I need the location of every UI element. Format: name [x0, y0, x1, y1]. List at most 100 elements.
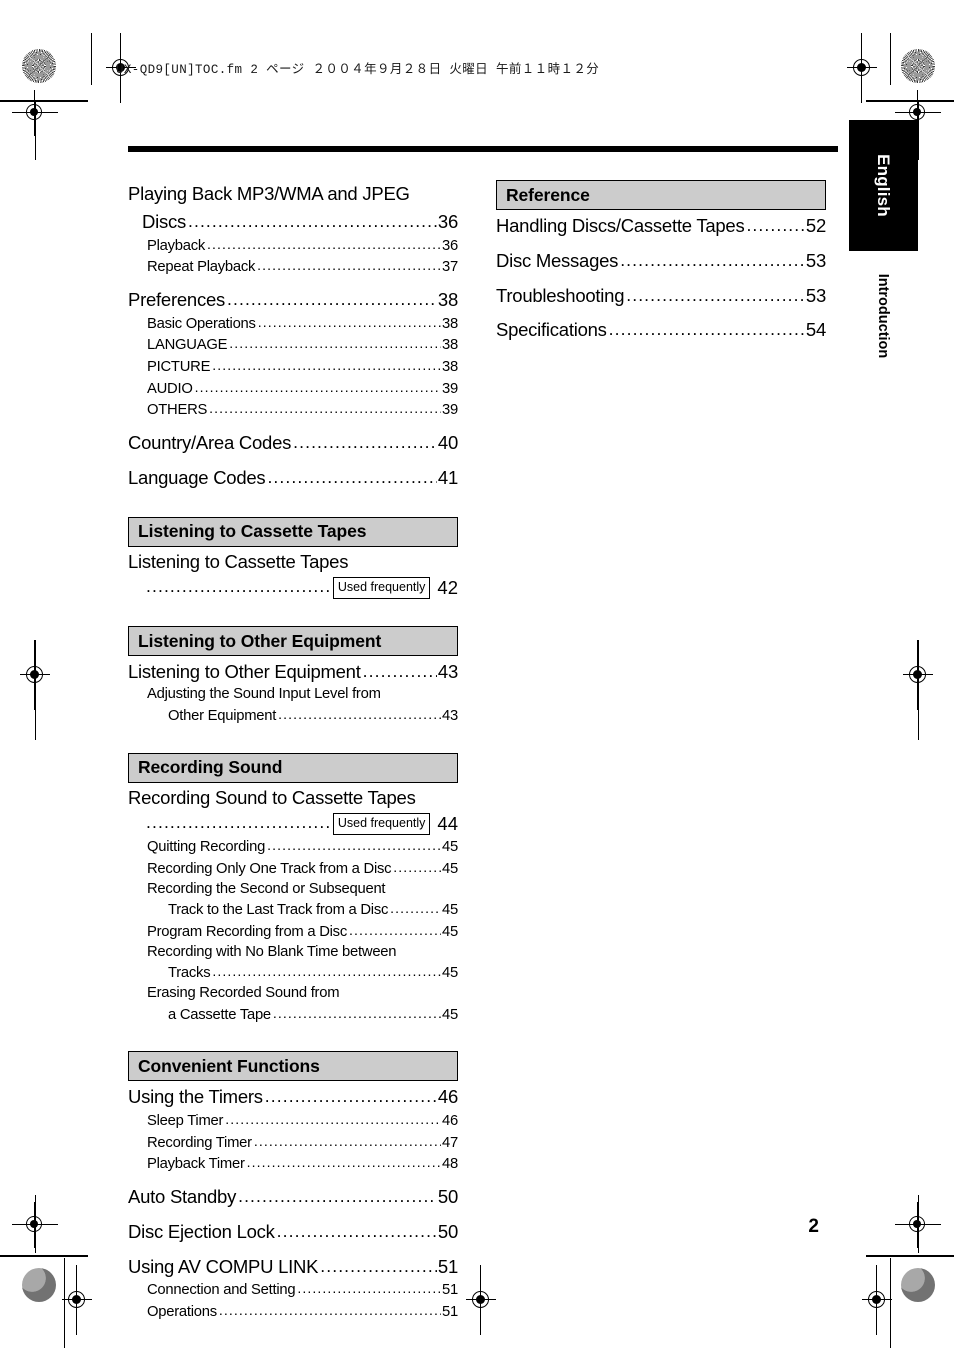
toc-entry-label: PICTURE	[147, 359, 211, 376]
toc-entry[interactable]: Auto Standby 50	[128, 1184, 458, 1210]
toc-entry-label: Adjusting the Sound Input Level from	[147, 686, 381, 703]
registration-mark-top-right	[847, 33, 877, 103]
toc-entry[interactable]: Other Equipment 43	[128, 705, 458, 727]
toc-leader-dots	[188, 209, 437, 234]
toc-entry[interactable]: Program Recording from a Disc 45	[128, 921, 458, 943]
trim-rule-mid-left	[35, 640, 36, 740]
page-top-rule	[128, 146, 838, 152]
toc-entry-label: Playback Timer	[147, 1156, 245, 1173]
toc-entry[interactable]: AUDIO 39	[128, 378, 458, 400]
toc-entry[interactable]: Recording Only One Track from a Disc 45	[128, 858, 458, 880]
toc-entry-label: Language Codes	[128, 466, 266, 488]
toc-entry[interactable]: Recording Timer 47	[128, 1132, 458, 1154]
toc-entry[interactable]: Using AV COMPU LINK 51	[128, 1254, 458, 1280]
toc-entry[interactable]: Playback 36	[128, 235, 458, 257]
page-number: 2	[808, 1216, 819, 1237]
toc-entry[interactable]: Listening to Other Equipment 43	[128, 659, 458, 685]
toc-entry-label: Preferences	[128, 288, 225, 310]
toc-entry[interactable]: Repeat Playback 37	[128, 256, 458, 278]
toc-entry-label: a Cassette Tape	[168, 1006, 271, 1023]
toc-entry[interactable]: Discs 36	[128, 209, 458, 235]
toc-entry[interactable]: Disc Ejection Lock 50	[128, 1219, 458, 1245]
toc-entry[interactable]: Recording with No Blank Time between	[128, 943, 458, 963]
toc-entry-page: 43	[437, 661, 458, 683]
toc-entry[interactable]: Tracks 45	[128, 962, 458, 984]
toc-leader-dots	[265, 1084, 437, 1109]
toc-leader-dots	[247, 1153, 441, 1174]
toc-entry-label: Tracks	[168, 965, 211, 982]
toc-entry-label: Recording with No Blank Time between	[147, 943, 397, 960]
toc-entry[interactable]: Playing Back MP3/WMA and JPEG	[128, 182, 458, 207]
toc-entry-page: 45	[442, 965, 458, 982]
halftone-patch-bottom-right	[901, 1268, 935, 1302]
toc-entry[interactable]: Language Codes 41	[128, 465, 458, 491]
toc-entry-label: AUDIO	[147, 380, 193, 397]
toc-entry[interactable]: a Cassette Tape 45	[128, 1004, 458, 1026]
toc-entry[interactable]: Troubleshooting 53	[496, 283, 826, 309]
toc-entry[interactable]: LANGUAGE 38	[128, 334, 458, 356]
toc-leader-dots	[277, 1219, 437, 1244]
toc-entry-with-badge[interactable]: Used frequently 44	[128, 811, 458, 836]
toc-entry[interactable]: Specifications 54	[496, 317, 826, 343]
toc-section-heading: Reference	[496, 180, 826, 210]
toc-entry-page: 38	[437, 288, 458, 310]
toc-leader-dots	[620, 248, 805, 273]
toc-entry-page: 45	[442, 1006, 458, 1023]
toc-section-heading-label: Reference	[506, 184, 590, 205]
crop-mark-bottom-right-h	[866, 1255, 954, 1257]
toc-entry-label: Troubleshooting	[496, 284, 625, 306]
toc-entry[interactable]: Sleep Timer 46	[128, 1110, 458, 1132]
toc-entry-page: 38	[442, 337, 458, 354]
toc-entry[interactable]: Quitting Recording 45	[128, 836, 458, 858]
toc-leader-dots	[267, 836, 441, 857]
toc-entry[interactable]: Disc Messages 53	[496, 248, 826, 274]
trim-rule-bottom-left	[64, 1258, 65, 1348]
toc-entry[interactable]: Recording the Second or Subsequent	[128, 880, 458, 900]
toc-entry-label: Basic Operations	[147, 315, 256, 332]
toc-entry[interactable]: Connection and Setting 51	[128, 1279, 458, 1301]
toc-entry[interactable]: Operations 51	[128, 1301, 458, 1323]
toc-entry[interactable]: Erasing Recorded Sound from	[128, 984, 458, 1004]
toc-leader-dots	[257, 256, 441, 277]
trim-rule-top-right	[890, 33, 891, 85]
toc-entry-label: Playback	[147, 237, 206, 254]
toc-entry[interactable]: Country/Area Codes 40	[128, 430, 458, 456]
toc-entry[interactable]: OTHERS 39	[128, 399, 458, 421]
toc-entry[interactable]: Adjusting the Sound Input Level from	[128, 685, 458, 705]
toc-entry[interactable]: Playback Timer 48	[128, 1153, 458, 1175]
trim-rule-bottom-right	[890, 1258, 891, 1348]
toc-section-heading-label: Recording Sound	[138, 757, 283, 778]
toc-right-column: Reference Handling Discs/Cassette Tapes 52…	[496, 180, 826, 343]
toc-entry-with-badge[interactable]: Used frequently 42	[128, 575, 458, 600]
halftone-patch-top-left	[22, 49, 56, 83]
toc-entry-page: 39	[442, 380, 458, 397]
toc-entry[interactable]: Basic Operations 38	[128, 313, 458, 335]
registration-mark-lower-right	[895, 1202, 941, 1248]
toc-entry[interactable]: Handling Discs/Cassette Tapes 52	[496, 213, 826, 239]
toc-entry-page: 42	[437, 576, 458, 598]
toc-entry[interactable]: PICTURE 38	[128, 356, 458, 378]
toc-entry-page: 37	[442, 259, 458, 276]
toc-entry-page: 39	[442, 402, 458, 419]
toc-entry[interactable]: Track to the Last Track from a Disc 45	[128, 899, 458, 921]
used-frequently-badge: Used frequently	[332, 577, 431, 599]
trim-rule-mid-right	[918, 640, 919, 740]
toc-leader-dots	[746, 213, 804, 238]
toc-entry-label: Disc Ejection Lock	[128, 1220, 275, 1242]
toc-entry-label: Listening to Cassette Tapes	[128, 550, 349, 572]
toc-entry[interactable]: Using the Timers 46	[128, 1084, 458, 1110]
toc-entry-label: Operations	[147, 1304, 217, 1321]
halftone-patch-bottom-left	[22, 1268, 56, 1302]
toc-entry[interactable]: Recording Sound to Cassette Tapes	[128, 786, 458, 811]
toc-entry-page: 40	[437, 432, 458, 454]
toc-entry[interactable]: Preferences 38	[128, 287, 458, 313]
toc-entry-label: Connection and Setting	[147, 1282, 296, 1299]
toc-entry[interactable]: Listening to Cassette Tapes	[128, 550, 458, 575]
